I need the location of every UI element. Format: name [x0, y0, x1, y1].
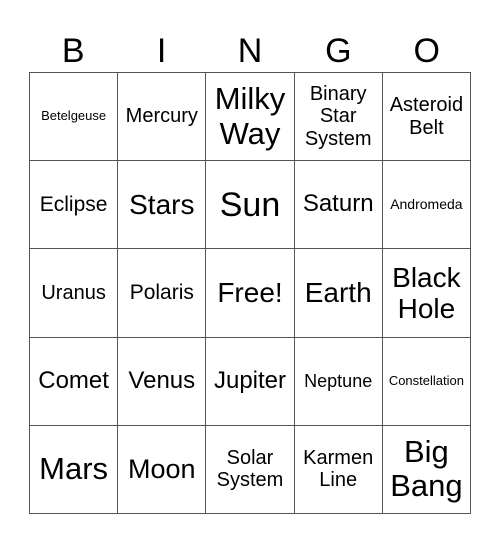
bingo-cell[interactable]: Andromeda [382, 161, 471, 250]
bingo-cell[interactable]: Mars [30, 425, 119, 514]
header-letter-i: I [156, 32, 167, 70]
header-letter-b: B [61, 32, 85, 70]
bingo-cell[interactable]: Neptune [294, 337, 383, 426]
bingo-cell[interactable]: Moon [118, 425, 207, 514]
bingo-cell[interactable]: Polaris [118, 249, 207, 338]
bingo-cell[interactable]: Stars [118, 161, 207, 250]
bingo-cell[interactable]: Venus [118, 337, 207, 426]
bingo-cell-free[interactable]: Free! [206, 249, 295, 338]
bingo-cell[interactable]: Eclipse [30, 161, 119, 250]
bingo-cell[interactable]: Binary Star System [294, 73, 383, 162]
header-letter-g: G [325, 32, 352, 70]
bingo-header: B I N G O [29, 30, 471, 72]
bingo-cell[interactable]: Uranus [30, 249, 119, 338]
bingo-cell[interactable]: Betelgeuse [30, 73, 119, 162]
header-letter-n: N [237, 32, 263, 70]
bingo-cell[interactable]: Milky Way [206, 73, 295, 162]
bingo-cell[interactable]: Comet [30, 337, 119, 426]
bingo-cell[interactable]: Big Bang [382, 425, 471, 514]
bingo-grid: Betelgeuse Mercury Milky Way Binary Star… [29, 72, 471, 514]
bingo-cell[interactable]: Asteroid Belt [382, 73, 471, 162]
header-letter-o: O [413, 32, 440, 70]
bingo-cell[interactable]: Karmen Line [294, 425, 383, 514]
bingo-cell[interactable]: Solar System [206, 425, 295, 514]
bingo-cell[interactable]: Black Hole [382, 249, 471, 338]
bingo-cell[interactable]: Sun [206, 161, 295, 250]
bingo-cell[interactable]: Saturn [294, 161, 383, 250]
bingo-cell[interactable]: Jupiter [206, 337, 295, 426]
bingo-cell[interactable]: Constellation [382, 337, 471, 426]
bingo-cell[interactable]: Mercury [118, 73, 207, 162]
bingo-cell[interactable]: Earth [294, 249, 383, 338]
